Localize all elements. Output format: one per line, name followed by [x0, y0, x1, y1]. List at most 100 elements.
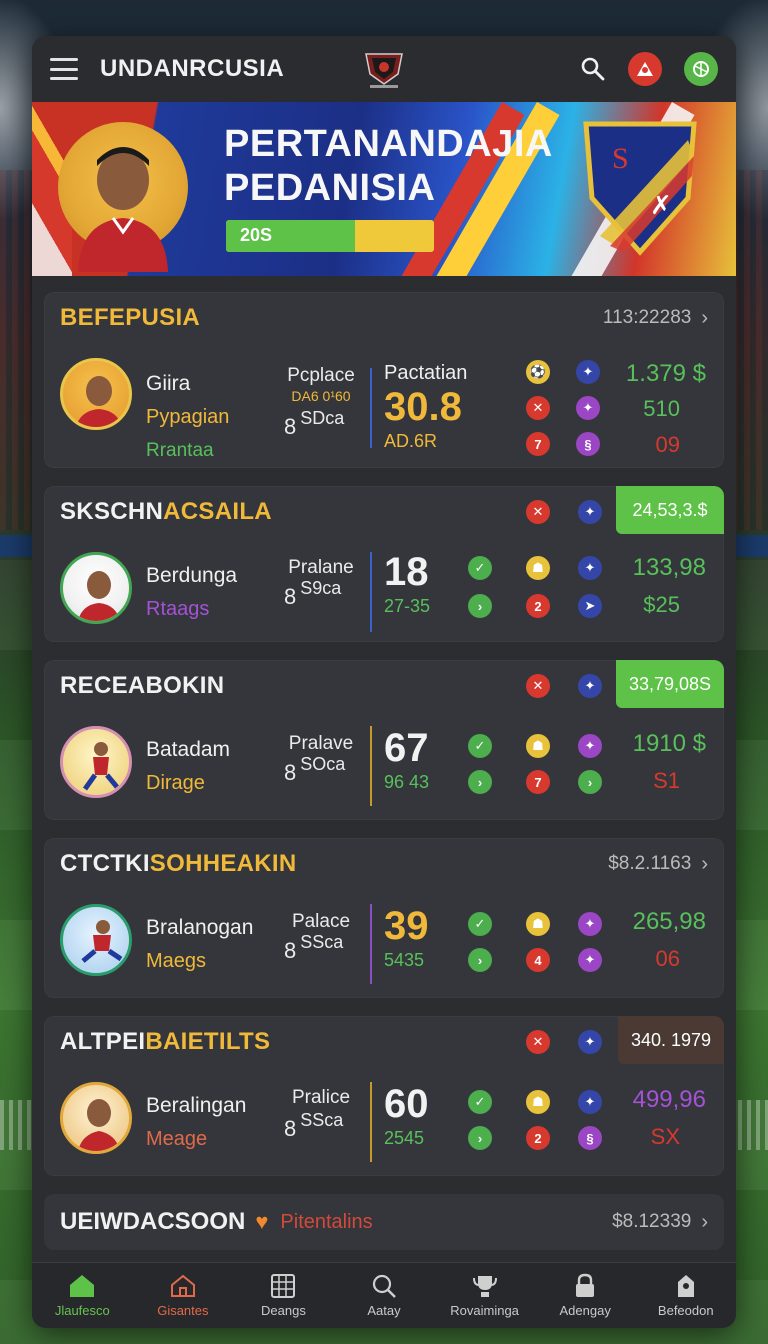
- avatar: [60, 904, 132, 976]
- menu-icon[interactable]: [50, 58, 78, 80]
- nav-item-games[interactable]: Gisantes: [133, 1263, 234, 1328]
- arrow-icon[interactable]: ›: [578, 770, 602, 794]
- svg-text:✗: ✗: [650, 191, 672, 220]
- card-meta[interactable]: $8.2.1163 ›: [608, 853, 708, 876]
- mascot-icon[interactable]: ☗: [526, 1090, 550, 1114]
- eagle-icon[interactable]: ✦: [578, 556, 602, 580]
- card-meta[interactable]: $8.12339 ›: [612, 1211, 708, 1234]
- chevron-right-icon[interactable]: ›: [701, 307, 708, 330]
- number-icon[interactable]: 2: [526, 1126, 550, 1150]
- player-team: Meage: [146, 1128, 208, 1150]
- check-icon[interactable]: ✓: [468, 734, 492, 758]
- card-title: CTCTKISOHHEAKIN: [60, 850, 297, 877]
- number-icon[interactable]: 7: [526, 432, 550, 456]
- number-icon[interactable]: 4: [526, 948, 550, 972]
- club-logo[interactable]: [362, 48, 406, 90]
- eagle-icon[interactable]: ✦: [578, 500, 602, 524]
- score-sub: 96 43: [384, 772, 430, 792]
- player-name: Berdunga: [146, 564, 238, 587]
- place-label: Pralice: [291, 1087, 351, 1108]
- card-meta-value: $8.2.1163: [608, 853, 692, 874]
- place-label: Palace: [291, 911, 351, 932]
- score-sub: 27-35: [384, 596, 431, 616]
- match-card[interactable]: CTCTKISOHHEAKIN $8.2.1163 › Bralanogan M…: [44, 838, 724, 998]
- place-small: DA6 0¹60: [291, 388, 351, 404]
- nav-item-account[interactable]: Adengay: [535, 1263, 636, 1328]
- nav-item-profile[interactable]: Befeodon: [635, 1263, 736, 1328]
- team-crest-icon: S ✗: [583, 121, 697, 256]
- hero-banner[interactable]: PERTANANDAJIA PEDANISIA 20S S ✗: [32, 102, 736, 276]
- arrow-icon[interactable]: ➤: [578, 594, 602, 618]
- match-card[interactable]: RECEABOKIN ✕ ✦ 33,79,08S Batadam Dirage …: [44, 660, 724, 820]
- match-card[interactable]: SKSCHNACSAILA ✕ ✦ 24,53,3.$ Berdunga Rta…: [44, 486, 724, 642]
- match-list: BEFEPUSIA 113:22283 › Giira Pypagian Rra…: [32, 276, 736, 1250]
- cross-icon[interactable]: ✕: [526, 500, 550, 524]
- place-label: Pcplace DA6 0¹60: [286, 366, 356, 406]
- nav-item-deals[interactable]: Deangs: [233, 1263, 334, 1328]
- player-team: Pypagian: [146, 406, 230, 428]
- banner-title-line1: PERTANANDAJIA: [224, 123, 553, 165]
- swirl-icon[interactable]: §: [578, 1126, 602, 1150]
- swirl-icon[interactable]: §: [576, 432, 600, 456]
- match-card-collapsed[interactable]: UEIWDACSOON ♥ Pitentalins $8.12339 ›: [44, 1194, 724, 1250]
- star-icon[interactable]: ✦: [578, 912, 602, 936]
- banner-title-line2: PEDANISIA: [224, 167, 436, 209]
- cross-icon[interactable]: ✕: [526, 674, 550, 698]
- place-label: Pralave: [288, 733, 354, 754]
- match-card[interactable]: BEFEPUSIA 113:22283 › Giira Pypagian Rra…: [44, 292, 724, 468]
- nav-item-home[interactable]: Jlaufesco: [32, 1263, 133, 1328]
- banner-progress-bar: 20S: [226, 220, 434, 252]
- arrow-icon[interactable]: ›: [468, 770, 492, 794]
- chevron-right-icon[interactable]: ›: [701, 1211, 708, 1234]
- odds-badge[interactable]: 340. 1979: [618, 1016, 724, 1064]
- avatar: [60, 1082, 132, 1154]
- player-role: Rrantaa: [146, 440, 214, 461]
- score-block: 60 2545: [384, 1082, 429, 1149]
- card-value: 499,96: [632, 1086, 706, 1113]
- score-block: 39 5435: [384, 904, 429, 971]
- mascot-icon[interactable]: ☗: [526, 734, 550, 758]
- score-block: 18 27-35: [384, 550, 430, 617]
- score-value: 39: [384, 904, 429, 948]
- check-icon[interactable]: ✓: [468, 912, 492, 936]
- number-icon[interactable]: 7: [526, 770, 550, 794]
- star-icon[interactable]: ✦: [578, 734, 602, 758]
- sesa-label: 8 SSca: [284, 932, 344, 963]
- number-icon[interactable]: 2: [526, 594, 550, 618]
- nav-item-search[interactable]: Aatay: [334, 1263, 435, 1328]
- match-card[interactable]: ALTPEIBAIETILTS ✕ ✦ 340. 1979 Beralingan…: [44, 1016, 724, 1176]
- arrow-icon[interactable]: ›: [468, 594, 492, 618]
- card-value-2: 510: [643, 396, 680, 421]
- odds-badge[interactable]: 24,53,3.$: [616, 486, 724, 534]
- mascot-icon[interactable]: ☗: [526, 556, 550, 580]
- search-icon[interactable]: [580, 56, 606, 82]
- eagle-icon[interactable]: ✦: [578, 1090, 602, 1114]
- nav-label: Aatay: [367, 1303, 401, 1318]
- eagle-icon[interactable]: ✦: [578, 674, 602, 698]
- player-name: Giira: [146, 372, 191, 395]
- nav-item-rankings[interactable]: Rovaiminga: [434, 1263, 535, 1328]
- cross-icon[interactable]: ✕: [526, 1030, 550, 1054]
- bottom-nav: Jlaufesco Gisantes Deangs Aatay Rovaimin…: [32, 1262, 736, 1328]
- nav-label: Gisantes: [157, 1303, 209, 1318]
- check-icon[interactable]: ✓: [468, 1090, 492, 1114]
- eagle-icon[interactable]: ✦: [576, 360, 600, 384]
- star-icon[interactable]: ✦: [576, 396, 600, 420]
- green-ball-icon[interactable]: [684, 52, 718, 86]
- check-icon[interactable]: ✓: [468, 556, 492, 580]
- chevron-right-icon[interactable]: ›: [701, 853, 708, 876]
- ball-icon[interactable]: ⚽: [526, 360, 550, 384]
- odds-badge[interactable]: 33,79,08S: [616, 660, 724, 708]
- arrow-icon[interactable]: ›: [468, 1126, 492, 1150]
- cross-icon[interactable]: ✕: [526, 396, 550, 420]
- card-value: 265,98: [632, 908, 706, 935]
- red-mascot-icon[interactable]: [628, 52, 662, 86]
- score-sub: 5435: [384, 950, 425, 970]
- star-icon[interactable]: ✦: [578, 948, 602, 972]
- card-meta[interactable]: 113:22283 ›: [603, 307, 708, 330]
- eagle-icon[interactable]: ✦: [578, 1030, 602, 1054]
- arrow-icon[interactable]: ›: [468, 948, 492, 972]
- mascot-icon[interactable]: ☗: [526, 912, 550, 936]
- score-sub: 2545: [384, 1128, 425, 1148]
- score-value: 60: [384, 1082, 429, 1126]
